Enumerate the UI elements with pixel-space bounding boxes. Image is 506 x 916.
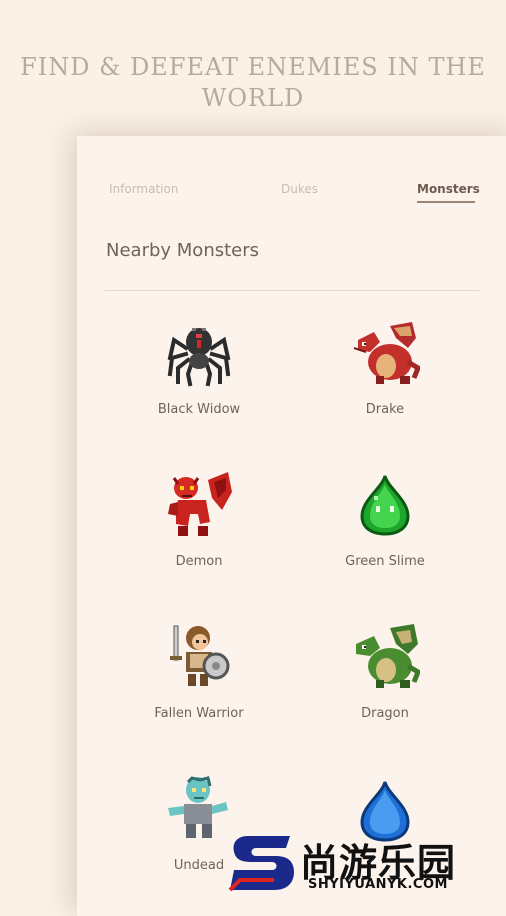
- demon-icon: [168, 472, 232, 536]
- monster-name: Black Widow: [157, 402, 241, 417]
- dragon-icon: [356, 624, 420, 688]
- active-tab-indicator: [417, 201, 475, 203]
- monster-card-black-widow[interactable]: Black Widow: [119, 318, 279, 417]
- site-watermark: 尚游乐园 SHYIYUANYK.COM: [228, 830, 506, 900]
- promo-headline: FIND & DEFEAT ENEMIES IN THE WORLD: [0, 52, 506, 114]
- tab-information[interactable]: Information: [109, 182, 178, 196]
- green-slime-icon: [360, 475, 410, 536]
- fallen-warrior-icon: [170, 625, 230, 686]
- monster-name: Drake: [365, 402, 405, 417]
- monster-card-green-slime[interactable]: Green Slime: [305, 470, 465, 569]
- watermark-url: SHYIYUANYK.COM: [308, 877, 448, 892]
- monster-card-drake[interactable]: Drake: [305, 318, 465, 417]
- section-divider: [105, 290, 479, 291]
- monster-name: Demon: [175, 554, 223, 569]
- black-widow-spider-icon: [167, 328, 231, 387]
- monster-name: Green Slime: [345, 554, 425, 569]
- monster-card-demon[interactable]: Demon: [119, 470, 279, 569]
- headline-line-2: WORLD: [201, 84, 305, 112]
- monster-name: Dragon: [361, 706, 409, 721]
- headline-line-1: FIND & DEFEAT ENEMIES IN THE: [20, 53, 486, 81]
- monster-card-dragon[interactable]: Dragon: [305, 622, 465, 721]
- monster-name: Fallen Warrior: [154, 706, 244, 721]
- watermark-logo-icon: [228, 836, 294, 892]
- undead-icon: [168, 776, 228, 838]
- tab-dukes[interactable]: Dukes: [281, 182, 318, 196]
- monster-card-fallen-warrior[interactable]: Fallen Warrior: [119, 622, 279, 721]
- tab-bar: Information Dukes Monsters: [77, 182, 506, 204]
- monsters-panel: Information Dukes Monsters Nearby Monste…: [77, 136, 506, 916]
- tab-monsters[interactable]: Monsters: [417, 182, 480, 196]
- drake-icon: [353, 322, 420, 384]
- section-title: Nearby Monsters: [106, 240, 260, 261]
